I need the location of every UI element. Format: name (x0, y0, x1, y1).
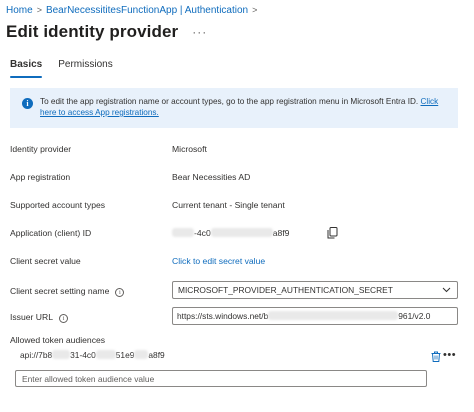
copy-icon[interactable] (327, 227, 338, 239)
issuer-url-suffix: 961/v2.0 (398, 311, 431, 321)
identity-provider-label: Identity provider (10, 144, 72, 154)
issuer-url-label-text: Issuer URL (10, 312, 53, 322)
tab-basics[interactable]: Basics (10, 58, 43, 78)
title-row: Edit identity provider ··· (6, 20, 207, 44)
identity-provider-value: Microsoft (172, 144, 207, 154)
info-banner-message: To edit the app registration name or acc… (40, 97, 419, 106)
issuer-url-input[interactable]: https://sts.windows.net/b 961/v2.0 (172, 307, 458, 325)
info-banner: i To edit the app registration name or a… (10, 88, 458, 128)
client-secret-label: Client secret value (10, 256, 81, 266)
redacted-segment (268, 311, 399, 320)
client-id-label: Application (client) ID (10, 228, 92, 238)
audience-part: 31-4c0 (70, 350, 96, 360)
redacted-segment (95, 350, 116, 359)
secret-setting-label-text: Client secret setting name (10, 286, 110, 296)
more-options-icon[interactable]: ··· (192, 25, 207, 39)
chevron-right-icon: > (36, 5, 42, 15)
secret-setting-selected: MICROSOFT_PROVIDER_AUTHENTICATION_SECRET (178, 285, 393, 295)
audience-row[interactable]: api://7b8 31-4c0 51e9 a8f9 (20, 350, 165, 364)
tab-permissions[interactable]: Permissions (58, 58, 112, 78)
breadcrumb-home[interactable]: Home (6, 5, 33, 16)
audience-part: 51e9 (115, 350, 135, 360)
chevron-right-icon: > (252, 5, 258, 15)
audiences-label: Allowed token audiences (10, 335, 106, 345)
more-options-icon[interactable]: ••• (443, 350, 456, 361)
account-types-label: Supported account types (10, 200, 106, 210)
info-icon: i (22, 98, 33, 109)
audience-prefix: api://7b8 (20, 350, 53, 360)
redacted-segment (52, 350, 71, 359)
secret-setting-dropdown[interactable]: MICROSOFT_PROVIDER_AUTHENTICATION_SECRET (172, 281, 458, 299)
page-title: Edit identity provider (6, 22, 179, 41)
client-id-value: -4c0 a8f9 (172, 228, 289, 238)
delete-icon[interactable] (431, 351, 441, 362)
client-id-part: -4c0 (194, 228, 211, 238)
redacted-segment (172, 228, 194, 237)
tab-list: Basics Permissions (10, 58, 113, 78)
audience-suffix: a8f9 (148, 350, 165, 360)
secret-setting-label: Client secret setting name i (10, 286, 125, 297)
edit-secret-link[interactable]: Click to edit secret value (172, 256, 265, 266)
info-icon[interactable]: i (58, 314, 68, 323)
account-types-value: Current tenant - Single tenant (172, 200, 285, 210)
app-registration-value: Bear Necessities AD (172, 172, 251, 182)
breadcrumb-authentication[interactable]: BearNecessititesFunctionApp | Authentica… (46, 5, 248, 16)
info-icon[interactable]: i (115, 288, 125, 297)
redacted-segment (210, 228, 273, 237)
chevron-down-icon (442, 287, 451, 293)
info-banner-text: To edit the app registration name or acc… (40, 96, 448, 128)
client-id-suffix: a8f9 (272, 228, 290, 238)
new-audience-input[interactable] (15, 370, 427, 387)
app-registration-label: App registration (10, 172, 71, 182)
issuer-url-prefix: https://sts.windows.net/b (177, 311, 269, 321)
redacted-segment (134, 350, 149, 359)
issuer-url-label: Issuer URL i (10, 312, 68, 323)
breadcrumb: Home > BearNecessititesFunctionApp | Aut… (6, 3, 261, 17)
